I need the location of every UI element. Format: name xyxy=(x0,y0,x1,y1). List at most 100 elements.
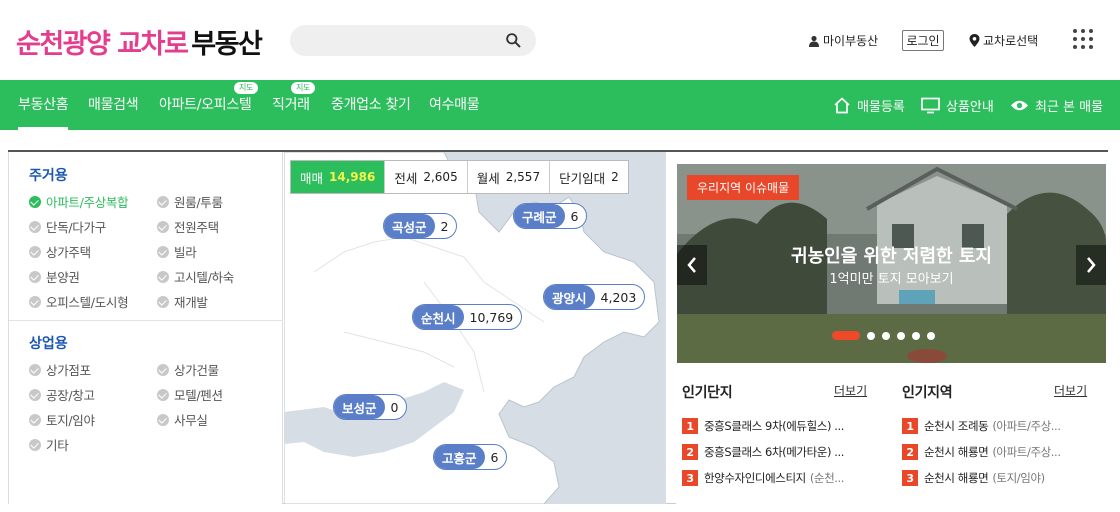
check-icon xyxy=(29,363,41,376)
chevron-left-icon xyxy=(687,257,696,273)
nav-item-agency[interactable]: 중개업소 찾기 xyxy=(331,94,411,114)
area-sub: (아파트/주상... xyxy=(992,445,1061,459)
check-icon xyxy=(157,413,169,426)
filter-villa[interactable]: 빌라 xyxy=(157,242,197,261)
check-icon xyxy=(157,388,169,401)
list-item[interactable]: 2 중흥S클래스 6차(메가타운) ... xyxy=(682,444,882,460)
filter-gositel[interactable]: 고시텔/하숙 xyxy=(157,267,234,286)
filter-presale[interactable]: 분양권 xyxy=(29,267,80,286)
issue-banner[interactable]: 우리지역 이슈매물 귀농인을 위한 저렴한 토지 1억미만 토지 모아보기 xyxy=(677,164,1106,363)
chevron-right-icon xyxy=(1087,257,1096,273)
register-listing-link[interactable]: 매물등록 xyxy=(833,96,905,115)
monitor-icon xyxy=(921,97,940,114)
tab-monthly[interactable]: 월세 2,557 xyxy=(468,161,551,193)
nav-item-apartment[interactable]: 아파트/오피스텔 지도 xyxy=(159,82,259,114)
region-map[interactable]: 매매 14,986 전세 2,605 월세 2,557 단기임대 2 곡성군 2 구례군 6… xyxy=(284,152,666,504)
site-logo[interactable]: 순천광양 교차로 부동산 xyxy=(16,22,263,61)
filter-factory[interactable]: 공장/창고 xyxy=(29,385,95,404)
banner-subtitle: 1억미만 토지 모아보기 xyxy=(829,272,954,287)
banner-next-button[interactable] xyxy=(1076,245,1106,285)
residential-title: 주거용 xyxy=(29,168,68,184)
region-pin-boseong[interactable]: 보성군 0 xyxy=(333,394,408,420)
filter-shop[interactable]: 상가점포 xyxy=(29,360,91,379)
product-info-label: 상품안내 xyxy=(946,100,994,115)
filter-label: 상가주택 xyxy=(46,245,91,260)
filter-shop-house[interactable]: 상가주택 xyxy=(29,242,91,261)
nav-item-direct[interactable]: 직거래 지도 xyxy=(272,82,316,114)
check-icon xyxy=(157,295,169,308)
search-icon[interactable] xyxy=(505,32,522,49)
filter-redevelopment[interactable]: 재개발 xyxy=(157,292,208,311)
check-icon xyxy=(29,220,41,233)
pager-dot[interactable] xyxy=(912,331,920,340)
pager-dot-active[interactable] xyxy=(832,331,860,340)
pager-dot[interactable] xyxy=(927,331,935,340)
tab-short-term[interactable]: 단기임대 2 xyxy=(550,161,628,193)
commercial-title: 상업용 xyxy=(29,336,68,352)
search-input[interactable] xyxy=(290,25,536,56)
check-icon xyxy=(29,413,41,426)
region-pin-gwangyang[interactable]: 광양시 4,203 xyxy=(543,284,646,310)
filter-apartment[interactable]: 아파트/주상복합 xyxy=(29,192,129,211)
region-name: 곡성군 xyxy=(384,214,435,238)
region-name: 보성군 xyxy=(334,395,385,419)
list-item[interactable]: 3 순천시 해룡면 (토지/임야) xyxy=(902,470,1102,486)
tab-label: 매매 xyxy=(300,170,324,186)
filter-label: 공장/창고 xyxy=(46,388,95,403)
rank-badge: 3 xyxy=(682,470,698,486)
region-count: 0 xyxy=(390,399,399,415)
nav-item-yeosu[interactable]: 여수매물 xyxy=(429,94,480,114)
filter-detached[interactable]: 단독/다가구 xyxy=(29,217,106,236)
area-name: 순천시 조례동 xyxy=(924,419,989,433)
list-item[interactable]: 3 한양수자인디에스티지 (순천... xyxy=(682,470,882,486)
filter-oneroom[interactable]: 원룸/투룸 xyxy=(157,192,223,211)
filter-label: 재개발 xyxy=(174,295,208,310)
check-icon xyxy=(29,195,41,208)
issue-tag: 우리지역 이슈매물 xyxy=(687,175,800,200)
list-item[interactable]: 1 순천시 조례동 (아파트/주상... xyxy=(902,418,1102,434)
pager-dot[interactable] xyxy=(882,331,890,340)
recent-listing-link[interactable]: 최근 본 매물 xyxy=(1010,96,1103,115)
list-item[interactable]: 2 순천시 해룡면 (아파트/주상... xyxy=(902,444,1102,460)
region-select-link[interactable]: 교차로선택 xyxy=(969,32,1038,49)
filter-etc[interactable]: 기타 xyxy=(29,435,69,454)
tab-count: 2,605 xyxy=(423,170,458,184)
tab-sale[interactable]: 매매 14,986 xyxy=(291,161,386,193)
region-count: 2 xyxy=(440,218,449,234)
region-select-label: 교차로선택 xyxy=(983,34,1039,48)
filter-commercial-building[interactable]: 상가건물 xyxy=(157,360,219,379)
banner-pager xyxy=(832,331,942,340)
filter-officetel[interactable]: 오피스텔/도시형 xyxy=(29,292,129,311)
divider xyxy=(9,320,283,321)
area-sub: (아파트/주상... xyxy=(992,419,1061,433)
list-item[interactable]: 1 중흥S클래스 9차(에듀힐스) ... xyxy=(682,418,882,434)
tab-jeonse[interactable]: 전세 2,605 xyxy=(385,161,468,193)
filter-land[interactable]: 토지/임야 xyxy=(29,410,95,429)
pager-dot[interactable] xyxy=(867,331,875,340)
popular-area-title: 인기지역 xyxy=(902,385,953,401)
filter-motel[interactable]: 모텔/펜션 xyxy=(157,385,223,404)
region-name: 고흥군 xyxy=(434,445,485,469)
complex-name: 한양수자인디에스티지 xyxy=(704,471,806,485)
product-info-link[interactable]: 상품안내 xyxy=(921,96,994,115)
popular-area-more-link[interactable]: 더보기 xyxy=(1054,382,1087,399)
nav-item-search[interactable]: 매물검색 xyxy=(88,94,139,114)
pager-dot[interactable] xyxy=(897,331,905,340)
popular-complex-more-link[interactable]: 더보기 xyxy=(834,382,867,399)
banner-title: 귀농인을 위한 저렴한 토지 xyxy=(791,246,992,267)
user-icon xyxy=(809,35,819,47)
nav-item-home[interactable]: 부동산홈 xyxy=(18,94,69,130)
region-pin-gurye[interactable]: 구례군 6 xyxy=(513,203,588,229)
region-pin-suncheon[interactable]: 순천시 10,769 xyxy=(412,304,523,330)
my-estate-link[interactable]: 마이부동산 xyxy=(808,32,878,49)
filter-country-house[interactable]: 전원주택 xyxy=(157,217,219,236)
region-pin-gokseong[interactable]: 곡성군 2 xyxy=(383,213,458,239)
banner-prev-button[interactable] xyxy=(677,245,707,285)
filter-office[interactable]: 사무실 xyxy=(157,410,208,429)
region-pin-goheung[interactable]: 고흥군 6 xyxy=(433,444,508,470)
region-name: 구례군 xyxy=(514,204,565,228)
tab-count: 2,557 xyxy=(505,170,541,184)
apps-grid-icon[interactable] xyxy=(1073,29,1093,49)
login-button[interactable]: 로그인 xyxy=(902,30,944,51)
area-name: 순천시 해룡면 xyxy=(924,445,989,459)
